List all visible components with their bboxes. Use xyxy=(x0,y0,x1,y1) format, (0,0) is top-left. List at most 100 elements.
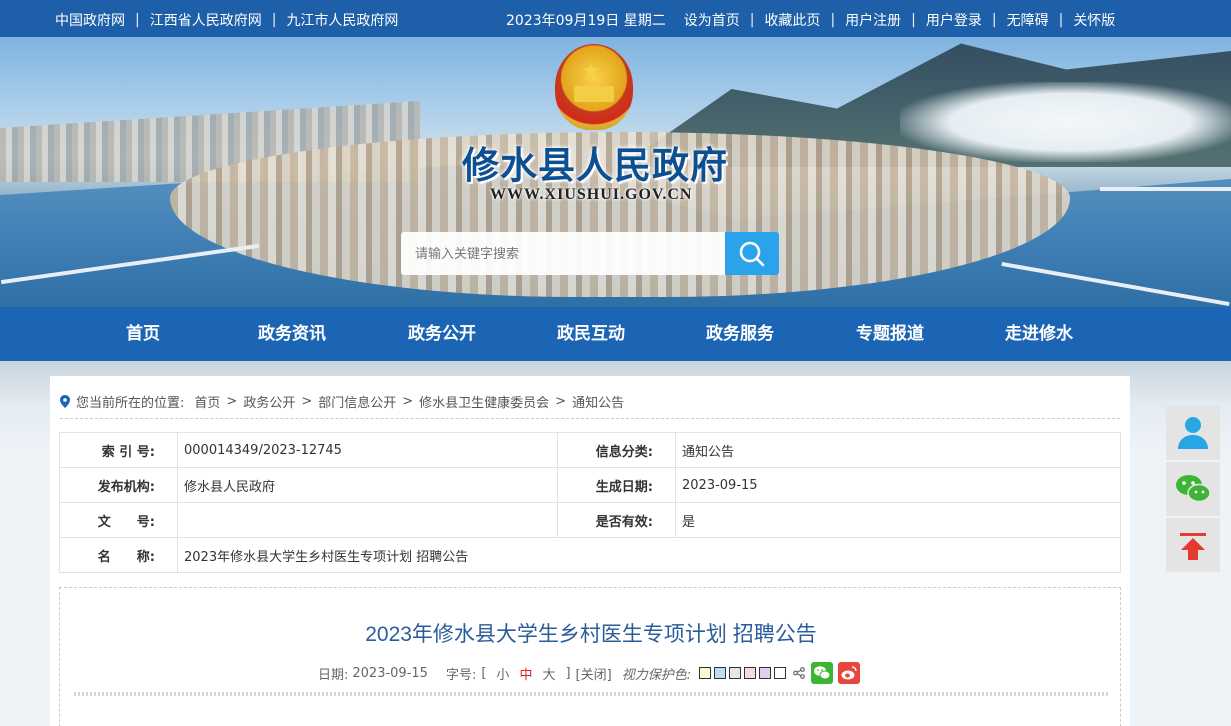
close-button[interactable]: [关闭] xyxy=(576,664,612,683)
login-link[interactable]: 用户登录 xyxy=(926,10,982,30)
location-pin-icon xyxy=(60,395,70,408)
breadcrumb-open-gov[interactable]: 政务公开 xyxy=(243,392,295,411)
divider: | xyxy=(991,12,997,28)
search-button[interactable] xyxy=(725,232,779,275)
divider: | xyxy=(135,12,140,28)
font-size-label: 字号: xyxy=(445,667,477,683)
publisher-value: 修水县人民政府 xyxy=(177,467,558,503)
table-row: 文 号: 是否有效: 是 xyxy=(59,502,1121,538)
top-links-left: 中国政府网 | 江西省人民政府网 | 九江市人民政府网 xyxy=(55,10,398,30)
wechat-share-button[interactable] xyxy=(811,662,834,684)
wechat-icon xyxy=(814,666,831,680)
bracket: [ xyxy=(481,665,487,681)
user-center-button[interactable] xyxy=(1166,406,1220,460)
top-links-right: 2023年09月19日 星期二 设为首页 | 收藏此页 | 用户注册 | 用户登… xyxy=(506,10,1115,30)
wechat-icon xyxy=(1176,475,1211,503)
breadcrumb-sep: > xyxy=(402,394,414,409)
eye-protection-label: 视力保护色: xyxy=(621,667,692,683)
nav-topics[interactable]: 专题报道 xyxy=(830,307,950,361)
category-value: 通知公告 xyxy=(675,432,1121,468)
color-swatch-purple[interactable] xyxy=(759,667,772,679)
tiananmen-icon xyxy=(574,86,614,102)
breadcrumb-sep: > xyxy=(555,394,567,409)
wechat-float-button[interactable] xyxy=(1166,462,1220,516)
content-panel: 您当前所在的位置: 首页 > 政务公开 > 部门信息公开 > 修水县卫生健康委员… xyxy=(50,376,1130,726)
back-to-top-button[interactable] xyxy=(1166,518,1220,572)
name-value: 2023年修水县大学生乡村医生专项计划 招聘公告 xyxy=(177,537,1121,573)
national-emblem-icon: ★ xyxy=(555,44,633,130)
divider: | xyxy=(830,12,836,28)
breadcrumb-health-commission[interactable]: 修水县卫生健康委员会 xyxy=(419,392,549,411)
link-gov-cn[interactable]: 中国政府网 xyxy=(55,10,125,30)
nav-services[interactable]: 政务服务 xyxy=(680,307,800,361)
color-swatch-white[interactable] xyxy=(774,667,787,679)
color-swatch-pink[interactable] xyxy=(744,667,757,679)
weibo-share-button[interactable] xyxy=(838,662,861,684)
top-bar: 中国政府网 | 江西省人民政府网 | 九江市人民政府网 2023年09月19日 … xyxy=(0,0,1231,37)
divider xyxy=(74,692,1108,696)
nav-home[interactable]: 首页 xyxy=(83,307,203,361)
article-info-bar: 日期: 2023-09-15 字号: [ 小 中 大 ] [关闭] 视力保护色: xyxy=(318,662,861,684)
article-title: 2023年修水县大学生乡村医生专项计划 招聘公告 xyxy=(365,623,817,646)
valid-value: 是 xyxy=(675,502,1121,538)
font-medium-button[interactable]: 中 xyxy=(519,664,532,683)
divider: | xyxy=(911,12,916,28)
divider: | xyxy=(1058,12,1064,28)
divider: | xyxy=(749,12,755,28)
site-title: 修水县人民政府 xyxy=(462,143,728,187)
article-date: 2023-09-15 xyxy=(352,665,428,681)
accessibility-link[interactable]: 无障碍 xyxy=(1007,10,1049,30)
article: 2023年修水县大学生乡村医生专项计划 招聘公告 日期: 2023-09-15 … xyxy=(59,587,1121,726)
publisher-label: 发布机构: xyxy=(59,467,178,503)
color-swatch-yellow[interactable] xyxy=(699,667,712,679)
banner-bridge xyxy=(1100,187,1231,191)
user-icon xyxy=(1178,417,1208,449)
table-row: 索 引 号: 000014349/2023-12745 信息分类: 通知公告 xyxy=(59,432,1121,468)
font-small-button[interactable]: 小 xyxy=(496,664,509,683)
docno-value xyxy=(177,502,558,538)
index-label: 索 引 号: xyxy=(59,432,178,468)
table-row: 名 称: 2023年修水县大学生乡村医生专项计划 招聘公告 xyxy=(59,537,1121,573)
set-homepage-link[interactable]: 设为首页 xyxy=(684,10,740,30)
table-row: 发布机构: 修水县人民政府 生成日期: 2023-09-15 xyxy=(59,467,1121,503)
elder-mode-link[interactable]: 关怀版 xyxy=(1073,10,1115,30)
date-label: 生成日期: xyxy=(557,467,676,503)
link-jiujiang-gov[interactable]: 九江市人民政府网 xyxy=(286,10,398,30)
nav-open-gov[interactable]: 政务公开 xyxy=(382,307,502,361)
search-input[interactable] xyxy=(401,232,725,275)
color-swatch-blue[interactable] xyxy=(714,667,727,679)
breadcrumb-prefix: 您当前所在的位置: xyxy=(76,396,185,411)
main-nav: 首页 政务资讯 政务公开 政民互动 政务服务 专题报道 走进修水 xyxy=(0,307,1231,361)
site-url: WWW.XIUSHUI.GOV.CN xyxy=(490,186,693,203)
breadcrumb: 您当前所在的位置: 首页 > 政务公开 > 部门信息公开 > 修水县卫生健康委员… xyxy=(60,392,627,411)
index-value: 000014349/2023-12745 xyxy=(177,432,558,468)
nav-interaction[interactable]: 政民互动 xyxy=(531,307,651,361)
search-icon xyxy=(739,241,765,267)
breadcrumb-notices[interactable]: 通知公告 xyxy=(572,392,624,411)
bracket: ] xyxy=(565,665,571,681)
register-link[interactable]: 用户注册 xyxy=(845,10,901,30)
date-label: 日期: xyxy=(318,667,349,683)
share-icon[interactable] xyxy=(793,667,805,679)
docno-label: 文 号: xyxy=(59,502,178,538)
breadcrumb-dept-info[interactable]: 部门信息公开 xyxy=(318,392,396,411)
breadcrumb-sep: > xyxy=(301,394,313,409)
breadcrumb-home[interactable]: 首页 xyxy=(194,392,220,411)
breadcrumb-sep: > xyxy=(226,394,238,409)
divider: | xyxy=(271,12,277,28)
document-meta-table: 索 引 号: 000014349/2023-12745 信息分类: 通知公告 发… xyxy=(59,432,1121,573)
banner-cloud xyxy=(900,82,1231,162)
divider xyxy=(60,418,1120,419)
weibo-icon xyxy=(841,666,857,680)
link-jiangxi-gov[interactable]: 江西省人民政府网 xyxy=(150,10,262,30)
nav-news[interactable]: 政务资讯 xyxy=(232,307,352,361)
color-swatch-gray[interactable] xyxy=(729,667,742,679)
font-large-button[interactable]: 大 xyxy=(542,664,555,683)
category-label: 信息分类: xyxy=(557,432,676,468)
nav-about[interactable]: 走进修水 xyxy=(979,307,1099,361)
valid-label: 是否有效: xyxy=(557,502,676,538)
current-date: 2023年09月19日 星期二 xyxy=(506,13,666,29)
star-icon: ★ xyxy=(582,58,600,82)
date-value: 2023-09-15 xyxy=(675,467,1121,503)
bookmark-link[interactable]: 收藏此页 xyxy=(764,10,820,30)
